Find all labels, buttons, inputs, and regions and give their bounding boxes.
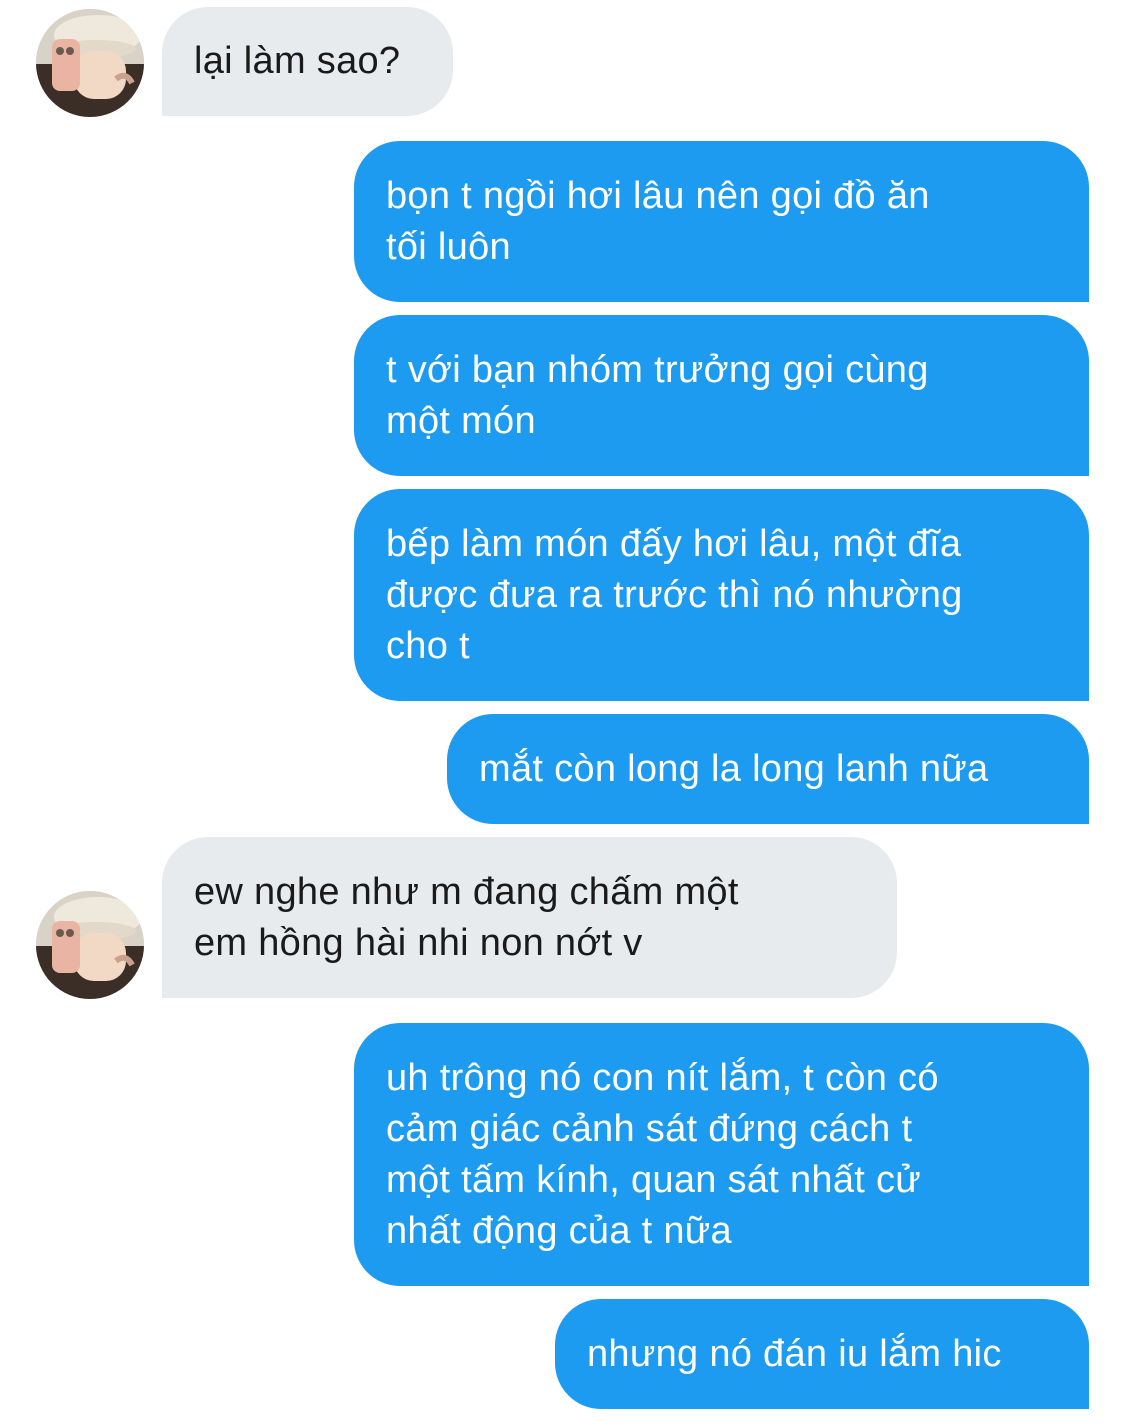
message-text: ew nghe như m đang chấm một em hồng hài … — [194, 870, 739, 964]
contact-avatar[interactable] — [36, 891, 144, 999]
message-text: lại làm sao? — [194, 40, 401, 82]
message-text: mắt còn long la long lanh nữa — [479, 747, 989, 790]
message-bubble-outgoing[interactable]: bọn t ngồi hơi lâu nên gọi đồ ăn tối luô… — [354, 141, 1089, 302]
message-text: bọn t ngồi hơi lâu nên gọi đồ ăn tối luô… — [386, 174, 930, 268]
user-avatar-icon — [36, 9, 144, 117]
message-bubble-outgoing[interactable]: t với bạn nhóm trưởng gọi cùng một món — [354, 315, 1089, 476]
message-bubble-incoming[interactable]: lại làm sao? — [162, 7, 453, 116]
message-text: bếp làm món đấy hơi lâu, một đĩa được đư… — [386, 522, 963, 667]
message-bubble-outgoing[interactable]: mắt còn long la long lanh nữa — [447, 714, 1089, 824]
message-text: uh trông nó con nít lắm, t còn có cảm gi… — [386, 1056, 939, 1252]
message-text: t với bạn nhóm trưởng gọi cùng một món — [386, 348, 929, 442]
contact-avatar[interactable] — [36, 9, 144, 117]
message-bubble-outgoing[interactable]: bếp làm món đấy hơi lâu, một đĩa được đư… — [354, 489, 1089, 701]
message-text: nhưng nó đán iu lắm hic — [587, 1332, 1002, 1375]
user-avatar-icon — [36, 891, 144, 999]
message-bubble-outgoing[interactable]: uh trông nó con nít lắm, t còn có cảm gi… — [354, 1023, 1089, 1286]
message-bubble-incoming[interactable]: ew nghe như m đang chấm một em hồng hài … — [162, 837, 897, 998]
message-bubble-outgoing[interactable]: nhưng nó đán iu lắm hic — [555, 1299, 1089, 1409]
